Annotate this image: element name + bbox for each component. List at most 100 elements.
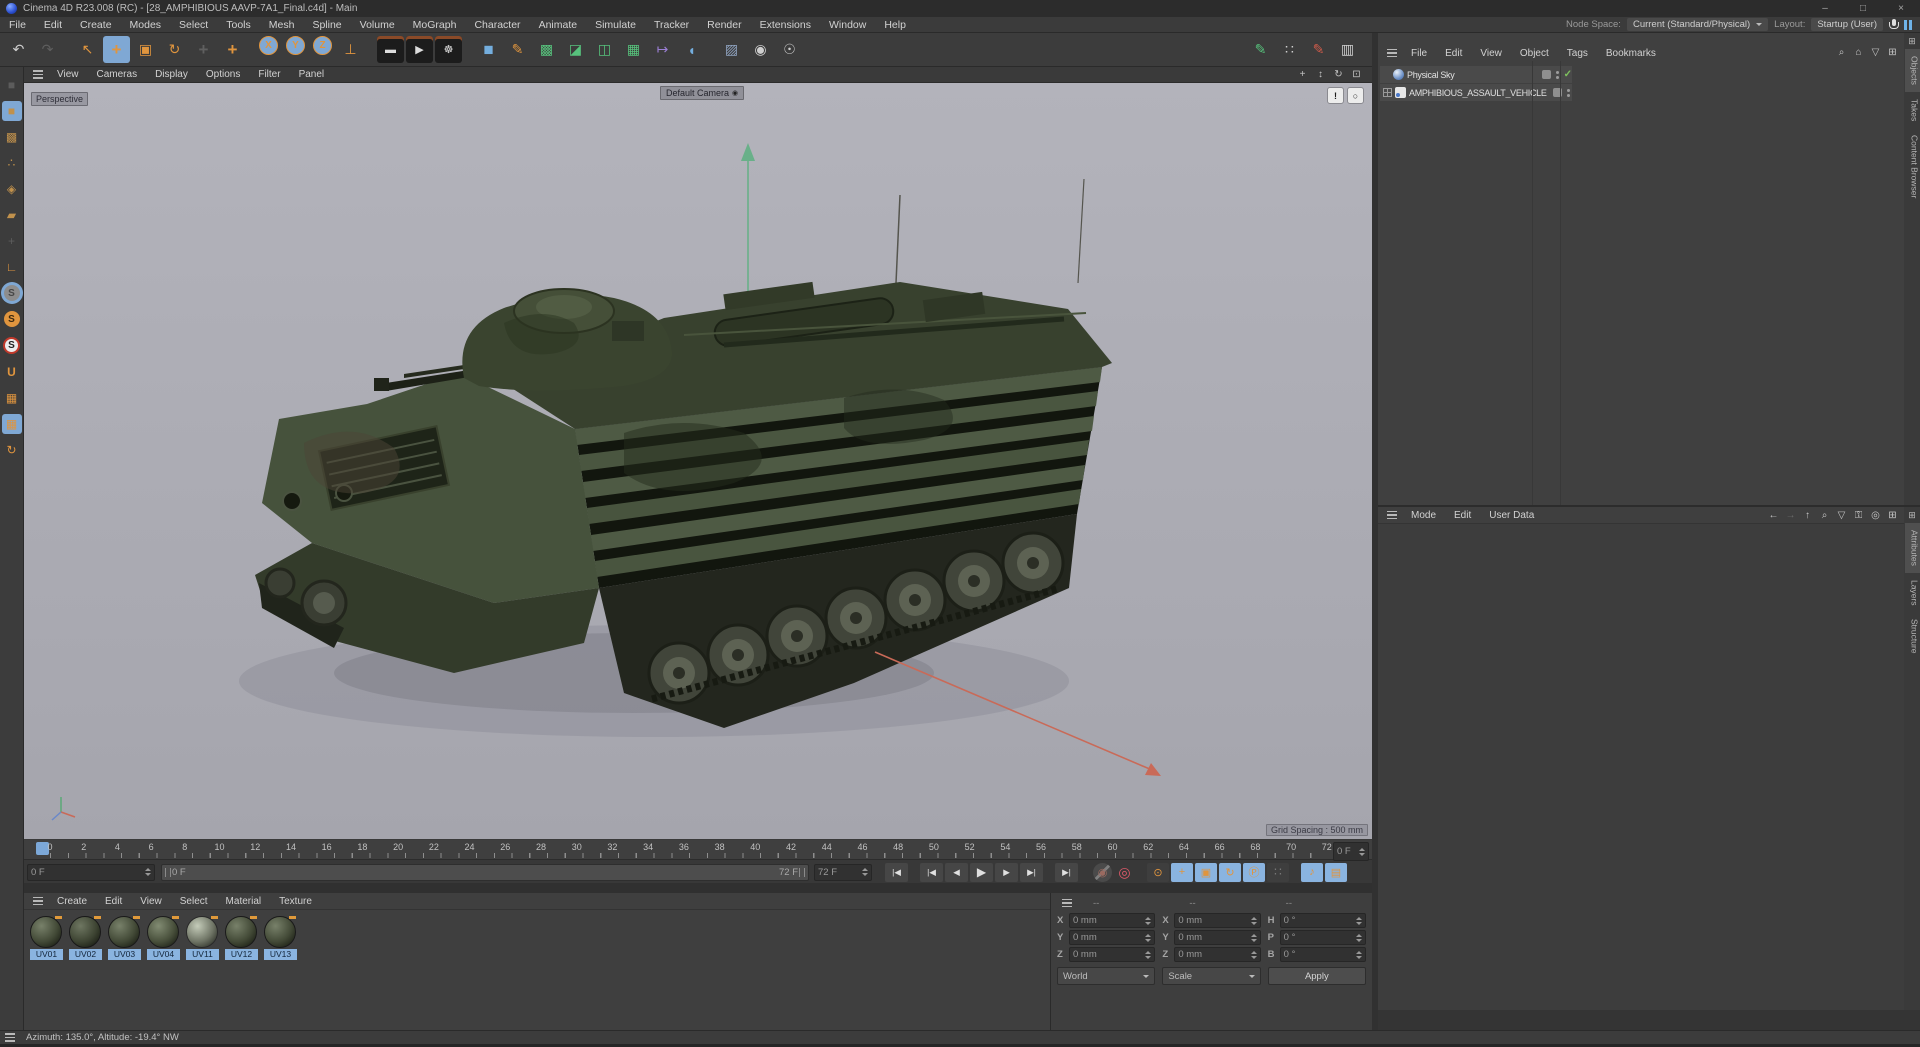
menu-item[interactable]: Tracker (645, 19, 698, 31)
spinner-icon[interactable] (860, 868, 868, 876)
model-mode-icon[interactable]: ■ (1, 101, 22, 121)
sound-toggle[interactable]: ♪ (1301, 862, 1323, 882)
om-search-icon[interactable]: ⌕ (1834, 45, 1849, 60)
coordinate-system-icon[interactable]: ⊥ (337, 36, 364, 63)
scale-tool-icon[interactable]: ▣ (132, 36, 159, 63)
menu-item[interactable]: File (0, 19, 35, 31)
solo-single-icon[interactable]: S (3, 311, 20, 327)
coordinate-field[interactable]: 0 ° (1279, 930, 1366, 945)
attribute-menu-item[interactable]: Edit (1445, 510, 1480, 521)
material-tile[interactable]: UV11 (185, 915, 220, 960)
spinner-icon[interactable] (1354, 933, 1362, 942)
spinner-icon[interactable] (1249, 950, 1257, 959)
key-parameter-toggle[interactable]: Ⓟ (1243, 862, 1265, 882)
menu-item[interactable]: Spline (303, 19, 350, 31)
menu-item[interactable]: Window (820, 19, 875, 31)
toggle-panel-icon[interactable]: ⊡ (1349, 68, 1364, 81)
add-tab-icon[interactable]: ⊞ (1906, 509, 1918, 521)
material-menu-item[interactable]: Create (48, 896, 96, 907)
expand-icon[interactable] (1383, 88, 1392, 97)
hamburger-icon[interactable] (0, 1033, 20, 1042)
lock-x-axis-icon[interactable]: X (259, 36, 278, 55)
am-add-icon[interactable]: ⊞ (1885, 508, 1900, 523)
viewport-mic-icon[interactable]: ! (1327, 87, 1344, 104)
tab-layers[interactable]: Layers (1905, 573, 1920, 613)
enabled-check-icon[interactable]: ✓ (1564, 69, 1572, 80)
workplane-icon[interactable]: ▦ (2, 388, 22, 408)
tab-structure[interactable]: Structure (1905, 612, 1920, 661)
tab-takes[interactable]: Takes (1905, 92, 1920, 128)
object-row-vehicle[interactable]: AMPHIBIOUS_ASSAULT_VEHICLE (1380, 84, 1572, 101)
material-menu-item[interactable]: Edit (96, 896, 131, 907)
coordinate-field[interactable]: 0 mm (1174, 913, 1261, 928)
menu-item[interactable]: Animate (530, 19, 587, 31)
object-menu-item[interactable]: Object (1511, 48, 1558, 59)
polygon-mode-icon[interactable]: ▰ (2, 205, 22, 225)
current-frame-field[interactable]: 0 F (1333, 842, 1369, 861)
next-frame-button[interactable]: ▶ (995, 862, 1018, 882)
volume-icon[interactable]: ◖ (678, 36, 705, 63)
menu-item[interactable]: Simulate (586, 19, 645, 31)
render-settings-icon[interactable]: ☸ (435, 36, 462, 63)
boole-icon[interactable]: ◪ (562, 36, 589, 63)
spinner-icon[interactable] (1143, 933, 1152, 942)
coordinate-field[interactable]: 0 mm (1069, 947, 1156, 962)
menu-item[interactable]: Tools (217, 19, 260, 31)
red-pencil-icon[interactable]: ✎ (1305, 36, 1332, 63)
menu-item[interactable]: Extensions (751, 19, 820, 31)
texture-mode-icon[interactable]: ▩ (2, 127, 22, 147)
goto-start-button[interactable]: |◀ (885, 862, 908, 882)
material-menu-item[interactable]: Select (171, 896, 217, 907)
material-tile[interactable]: UV13 (263, 915, 298, 960)
live-selection-icon[interactable]: ↖ (74, 36, 101, 63)
visibility-dots-icon[interactable] (1565, 88, 1572, 97)
material-menu-item[interactable]: View (131, 896, 171, 907)
spinner-icon[interactable] (143, 868, 151, 876)
am-forward-icon[interactable]: → (1783, 508, 1798, 523)
viewport-menu-item[interactable]: Filter (249, 69, 289, 80)
attribute-menu-item[interactable]: User Data (1480, 510, 1543, 521)
orbit-view-icon[interactable]: ↻ (1331, 68, 1346, 81)
previous-frame-button[interactable]: ◀ (945, 862, 968, 882)
spinner-icon[interactable] (1354, 916, 1362, 925)
solo-off-icon[interactable]: S (3, 285, 20, 301)
end-frame-field[interactable]: 72 F (814, 863, 872, 881)
tweak-move-icon[interactable]: + (219, 36, 246, 63)
lock-z-axis-icon[interactable]: Z (313, 36, 332, 55)
edge-mode-icon[interactable]: ◈ (2, 179, 22, 199)
viewport-canvas[interactable]: Perspective Default Camera ◉ ! ○ Grid Spa… (24, 83, 1372, 839)
solo-hierarchy-icon[interactable]: S (3, 337, 20, 354)
coordinate-field[interactable]: 0 mm (1174, 947, 1261, 962)
hamburger-icon[interactable] (1382, 48, 1402, 58)
am-target-icon[interactable]: ◎ (1868, 508, 1883, 523)
object-menu-item[interactable]: File (1402, 48, 1436, 59)
material-tile[interactable]: UV01 (29, 915, 64, 960)
hamburger-icon[interactable] (28, 70, 48, 79)
spinner-icon[interactable] (1249, 933, 1257, 942)
render-picture-viewer-icon[interactable]: ▶ (406, 36, 433, 63)
menu-item[interactable]: Mesh (260, 19, 304, 31)
play-button[interactable]: ▶ (970, 862, 993, 882)
scale-mode-dropdown[interactable]: Scale (1162, 967, 1261, 985)
layout-dropdown[interactable]: Startup (User) (1811, 18, 1883, 31)
camera-label[interactable]: Default Camera ◉ (660, 86, 745, 100)
spinner-icon[interactable] (1143, 916, 1152, 925)
om-filter-icon[interactable]: ▽ (1868, 45, 1883, 60)
spinner-icon[interactable] (1357, 847, 1365, 856)
om-home-icon[interactable]: ⌂ (1851, 45, 1866, 60)
workplane-rotate-icon[interactable]: ↻ (2, 440, 22, 460)
key-rotation-toggle[interactable]: ↻ (1219, 862, 1241, 882)
hamburger-icon[interactable] (1057, 898, 1077, 908)
paint-brush-icon[interactable]: ✎ (1247, 36, 1274, 63)
start-frame-field[interactable]: 0 F (27, 863, 155, 881)
am-search-icon[interactable]: ⌕ (1817, 508, 1832, 523)
levels-icon[interactable]: ▥ (1334, 36, 1361, 63)
viewport-menu-item[interactable]: View (48, 69, 88, 80)
viewport-menu-item[interactable]: Panel (290, 69, 334, 80)
next-key-button[interactable]: ▶| (1020, 862, 1043, 882)
om-add-icon[interactable]: ⊞ (1885, 45, 1900, 60)
menu-item[interactable]: Select (170, 19, 217, 31)
coordinate-field[interactable]: 0 ° (1279, 947, 1366, 962)
record-keyframe-button[interactable]: ◉ (1093, 862, 1112, 882)
material-tile[interactable]: UV12 (224, 915, 259, 960)
